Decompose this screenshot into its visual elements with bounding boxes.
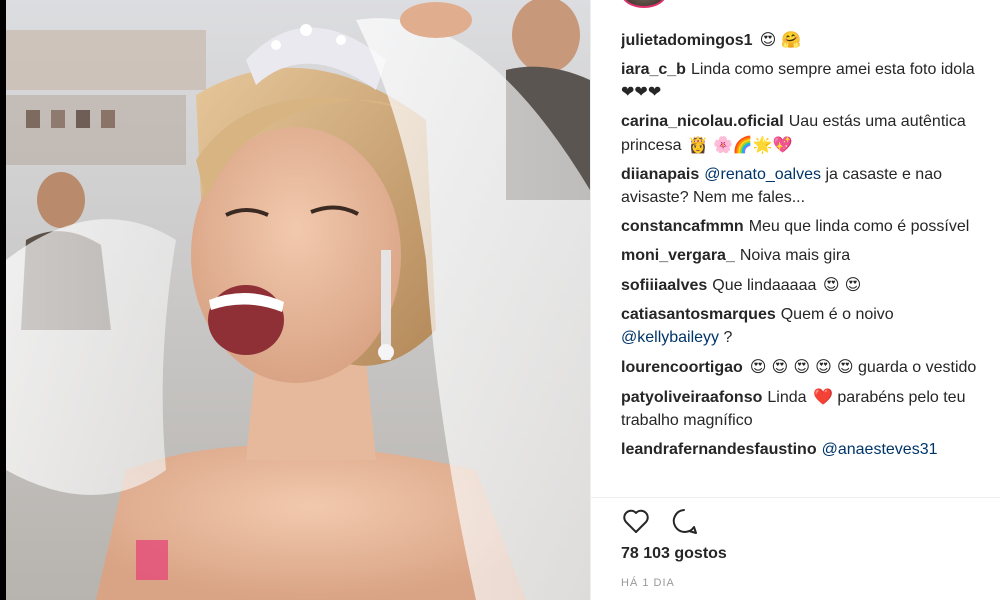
- comment-text: Noiva mais gira: [739, 247, 851, 264]
- comment-item: iara_c_b Linda como sempre amei esta foto…: [621, 58, 986, 104]
- like-button[interactable]: [621, 506, 651, 536]
- comment-button[interactable]: [669, 506, 699, 536]
- comment-username[interactable]: sofiiiaalves: [621, 277, 707, 294]
- comment-username[interactable]: catiasantosmarques: [621, 306, 776, 323]
- comment-emoji: 👸 🌸🌈🌟💖: [687, 135, 793, 154]
- comment-item: constancafmmn Meu que linda como é possív…: [621, 215, 986, 238]
- comment-item: patyoliveiraafonso Linda ❤️ parabéns pelo…: [621, 385, 986, 432]
- post-timestamp: HÁ 1 DIA: [621, 577, 675, 589]
- likes-count[interactable]: 78 103 gostos: [621, 545, 727, 563]
- comment-icon: [672, 509, 697, 534]
- comment-username[interactable]: constancafmmn: [621, 218, 744, 235]
- comment-username[interactable]: julietadomingos1: [621, 32, 753, 49]
- comment-list[interactable]: julietadomingos1 😍 🤗 iara_c_b Linda como s…: [621, 28, 986, 496]
- comment-username[interactable]: carina_nicolau.oficial: [621, 113, 784, 130]
- comment-mention[interactable]: @anaesteves31: [822, 441, 938, 458]
- comment-item: carina_nicolau.oficial Uau estás uma autê…: [621, 110, 986, 157]
- comment-mention[interactable]: @kellybaileyy: [621, 329, 719, 346]
- comment-text: Linda: [767, 389, 807, 406]
- comment-text: Quem é o noivo: [780, 306, 894, 323]
- comment-text: ?: [723, 329, 733, 346]
- comment-username[interactable]: diianapais: [621, 166, 699, 183]
- post-photo[interactable]: [6, 0, 590, 600]
- comments-panel: julietadomingos1 😍 🤗 iara_c_b Linda como s…: [590, 0, 1000, 600]
- comment-item: sofiiiaalves Que lindaaaaa 😍 😍: [621, 273, 986, 297]
- comment-emoji: ❤️: [812, 387, 833, 406]
- comment-text: Meu que linda como é possível: [748, 218, 970, 235]
- comment-text: guarda o vestido: [857, 359, 977, 376]
- comment-emoji: 😍 🤗: [759, 30, 802, 49]
- comment-text: Que lindaaaaa: [712, 277, 817, 294]
- comment-username[interactable]: lourencoortigao: [621, 359, 743, 376]
- comment-username[interactable]: leandrafernandesfaustino: [621, 441, 817, 458]
- comment-emoji: 😍 😍 😍 😍 😍: [749, 357, 854, 376]
- post-actions: [621, 506, 699, 536]
- bride-photo-illustration: [6, 0, 590, 600]
- comment-item: diianapais @renato_oalves ja casaste e na…: [621, 163, 986, 209]
- comment-mention[interactable]: @renato_oalves: [704, 166, 821, 183]
- comment-item: catiasantosmarques Quem é o noivo @kellyb…: [621, 303, 986, 349]
- heart-icon: [623, 509, 649, 533]
- divider: [591, 497, 1000, 498]
- comment-username[interactable]: iara_c_b: [621, 61, 686, 78]
- avatar[interactable]: [621, 0, 667, 8]
- comment-item: lourencoortigao 😍 😍 😍 😍 😍 guarda o vestid…: [621, 355, 986, 379]
- comment-item: moni_vergara_ Noiva mais gira: [621, 244, 986, 267]
- comment-item: leandrafernandesfaustino @anaesteves31: [621, 438, 986, 461]
- comment-username[interactable]: moni_vergara_: [621, 247, 735, 264]
- comment-item: julietadomingos1 😍 🤗: [621, 28, 986, 52]
- comment-emoji: 😍 😍: [822, 275, 862, 294]
- comment-username[interactable]: patyoliveiraafonso: [621, 389, 762, 406]
